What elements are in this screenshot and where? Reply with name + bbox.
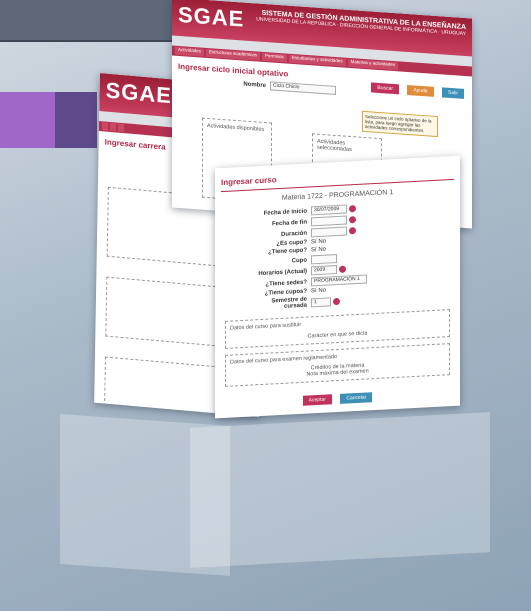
calendar-icon[interactable] bbox=[349, 216, 356, 224]
name-input[interactable]: Ciclo Chiclo bbox=[270, 81, 336, 95]
field-input[interactable]: 30/07/2009 bbox=[311, 204, 347, 216]
available-list-title: Actividades disponibles bbox=[207, 122, 265, 133]
selected-list-title: Actividades seleccionadas bbox=[317, 138, 352, 154]
system-title: SISTEMA DE GESTIÓN ADMINISTRATIVA DE LA … bbox=[256, 9, 466, 38]
help-tooltip: Seleccione un ciclo optativo de la lista… bbox=[362, 110, 438, 138]
menu-item[interactable]: Materias y actividades bbox=[347, 58, 399, 71]
radio-group[interactable]: Sí No bbox=[311, 247, 326, 254]
screenshot-front: Ingresar curso Materia 1722 - PROGRAMACI… bbox=[215, 155, 460, 419]
field-input[interactable]: PROGRAMACIÓN 1 bbox=[311, 274, 367, 287]
purple-block-light bbox=[0, 92, 55, 148]
info-icon[interactable] bbox=[333, 297, 340, 305]
top-band bbox=[0, 0, 200, 40]
field-input[interactable] bbox=[311, 215, 347, 227]
info-icon[interactable] bbox=[349, 227, 356, 235]
accept-button[interactable]: Aceptar bbox=[302, 394, 332, 406]
field-input[interactable]: 1 bbox=[311, 296, 331, 307]
menu-item[interactable]: Estudiantes y actividades bbox=[288, 54, 346, 67]
exit-button[interactable]: Salir bbox=[441, 87, 464, 99]
menu-item[interactable]: Actividades bbox=[175, 46, 205, 57]
field-input[interactable]: 2009 bbox=[311, 265, 337, 276]
page-title: Ingresar curso bbox=[221, 175, 277, 188]
radio-group[interactable]: Sí No bbox=[311, 239, 326, 246]
reflection-front bbox=[190, 412, 490, 568]
field-input[interactable] bbox=[311, 226, 347, 238]
menu-item[interactable]: Permisos bbox=[262, 52, 287, 63]
exam-box: Datos del curso para examen reglamentado… bbox=[225, 343, 450, 387]
logo: SGAE bbox=[178, 1, 245, 32]
cancel-button[interactable]: Cancelar bbox=[340, 392, 373, 404]
search-button[interactable]: Buscar bbox=[371, 82, 399, 95]
calendar-icon[interactable] bbox=[349, 205, 356, 213]
field-input[interactable] bbox=[311, 254, 337, 265]
info-icon[interactable] bbox=[339, 265, 346, 273]
help-button[interactable]: Ayuda bbox=[407, 84, 434, 97]
name-label: Nombre bbox=[243, 80, 266, 89]
radio-group[interactable]: Sí No bbox=[311, 288, 326, 295]
top-band-line bbox=[0, 40, 200, 42]
course-box: Datos del curso para sustituir Carácter … bbox=[225, 309, 450, 349]
purple-block-dark bbox=[55, 92, 97, 148]
form-fields: Fecha de inicio 30/07/2009 Fecha de fin D… bbox=[253, 199, 460, 312]
menu-item[interactable]: Estructuras académicas bbox=[206, 48, 261, 61]
logo: SGAE bbox=[105, 77, 173, 109]
